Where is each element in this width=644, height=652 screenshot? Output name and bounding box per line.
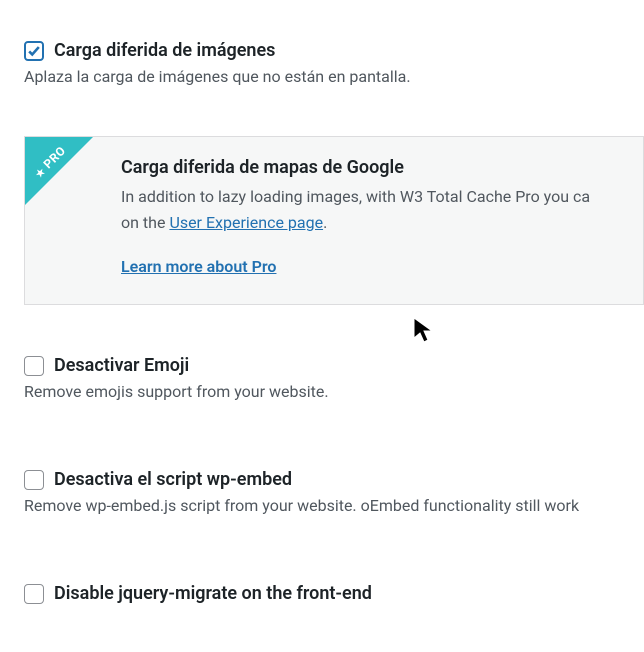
option-title: Desactivar Emoji (54, 355, 189, 376)
pro-feature-box: ★ PRO Carga diferida de mapas de Google … (24, 136, 644, 305)
pro-feature-title: Carga diferida de mapas de Google (121, 157, 623, 178)
checkbox-lazy-images[interactable] (24, 41, 44, 61)
option-disable-wp-embed: Desactiva el script wp-embed Remove wp-e… (24, 469, 644, 515)
learn-more-link[interactable]: Learn more about Pro (121, 257, 276, 276)
option-disable-jquery-migrate: Disable jquery-migrate on the front-end (24, 583, 644, 604)
option-description: Remove wp-embed.js script from your webs… (24, 496, 644, 515)
pro-feature-description: In addition to lazy loading images, with… (121, 184, 623, 235)
pro-desc-text-1: In addition to lazy loading images, with… (121, 187, 590, 206)
checkbox-disable-wp-embed[interactable] (24, 470, 44, 490)
option-header: Desactivar Emoji (24, 355, 644, 376)
option-description: Aplaza la carga de imágenes que no están… (24, 67, 644, 86)
option-title: Desactiva el script wp-embed (54, 469, 292, 490)
pro-desc-text-2: on the (121, 213, 169, 232)
option-title: Disable jquery-migrate on the front-end (54, 583, 372, 604)
option-disable-emoji: Desactivar Emoji Remove emojis support f… (24, 355, 644, 401)
option-header: Disable jquery-migrate on the front-end (24, 583, 644, 604)
option-title: Carga diferida de imágenes (54, 40, 275, 61)
option-header: Desactiva el script wp-embed (24, 469, 644, 490)
settings-section: Carga diferida de imágenes Aplaza la car… (0, 0, 644, 604)
user-experience-link[interactable]: User Experience page (169, 213, 323, 232)
check-icon (27, 44, 41, 58)
option-lazy-images: Carga diferida de imágenes Aplaza la car… (24, 40, 644, 86)
pro-desc-suffix: . (323, 213, 327, 232)
checkbox-disable-jquery-migrate[interactable] (24, 584, 44, 604)
option-header: Carga diferida de imágenes (24, 40, 644, 61)
option-description: Remove emojis support from your website. (24, 382, 644, 401)
checkbox-disable-emoji[interactable] (24, 356, 44, 376)
